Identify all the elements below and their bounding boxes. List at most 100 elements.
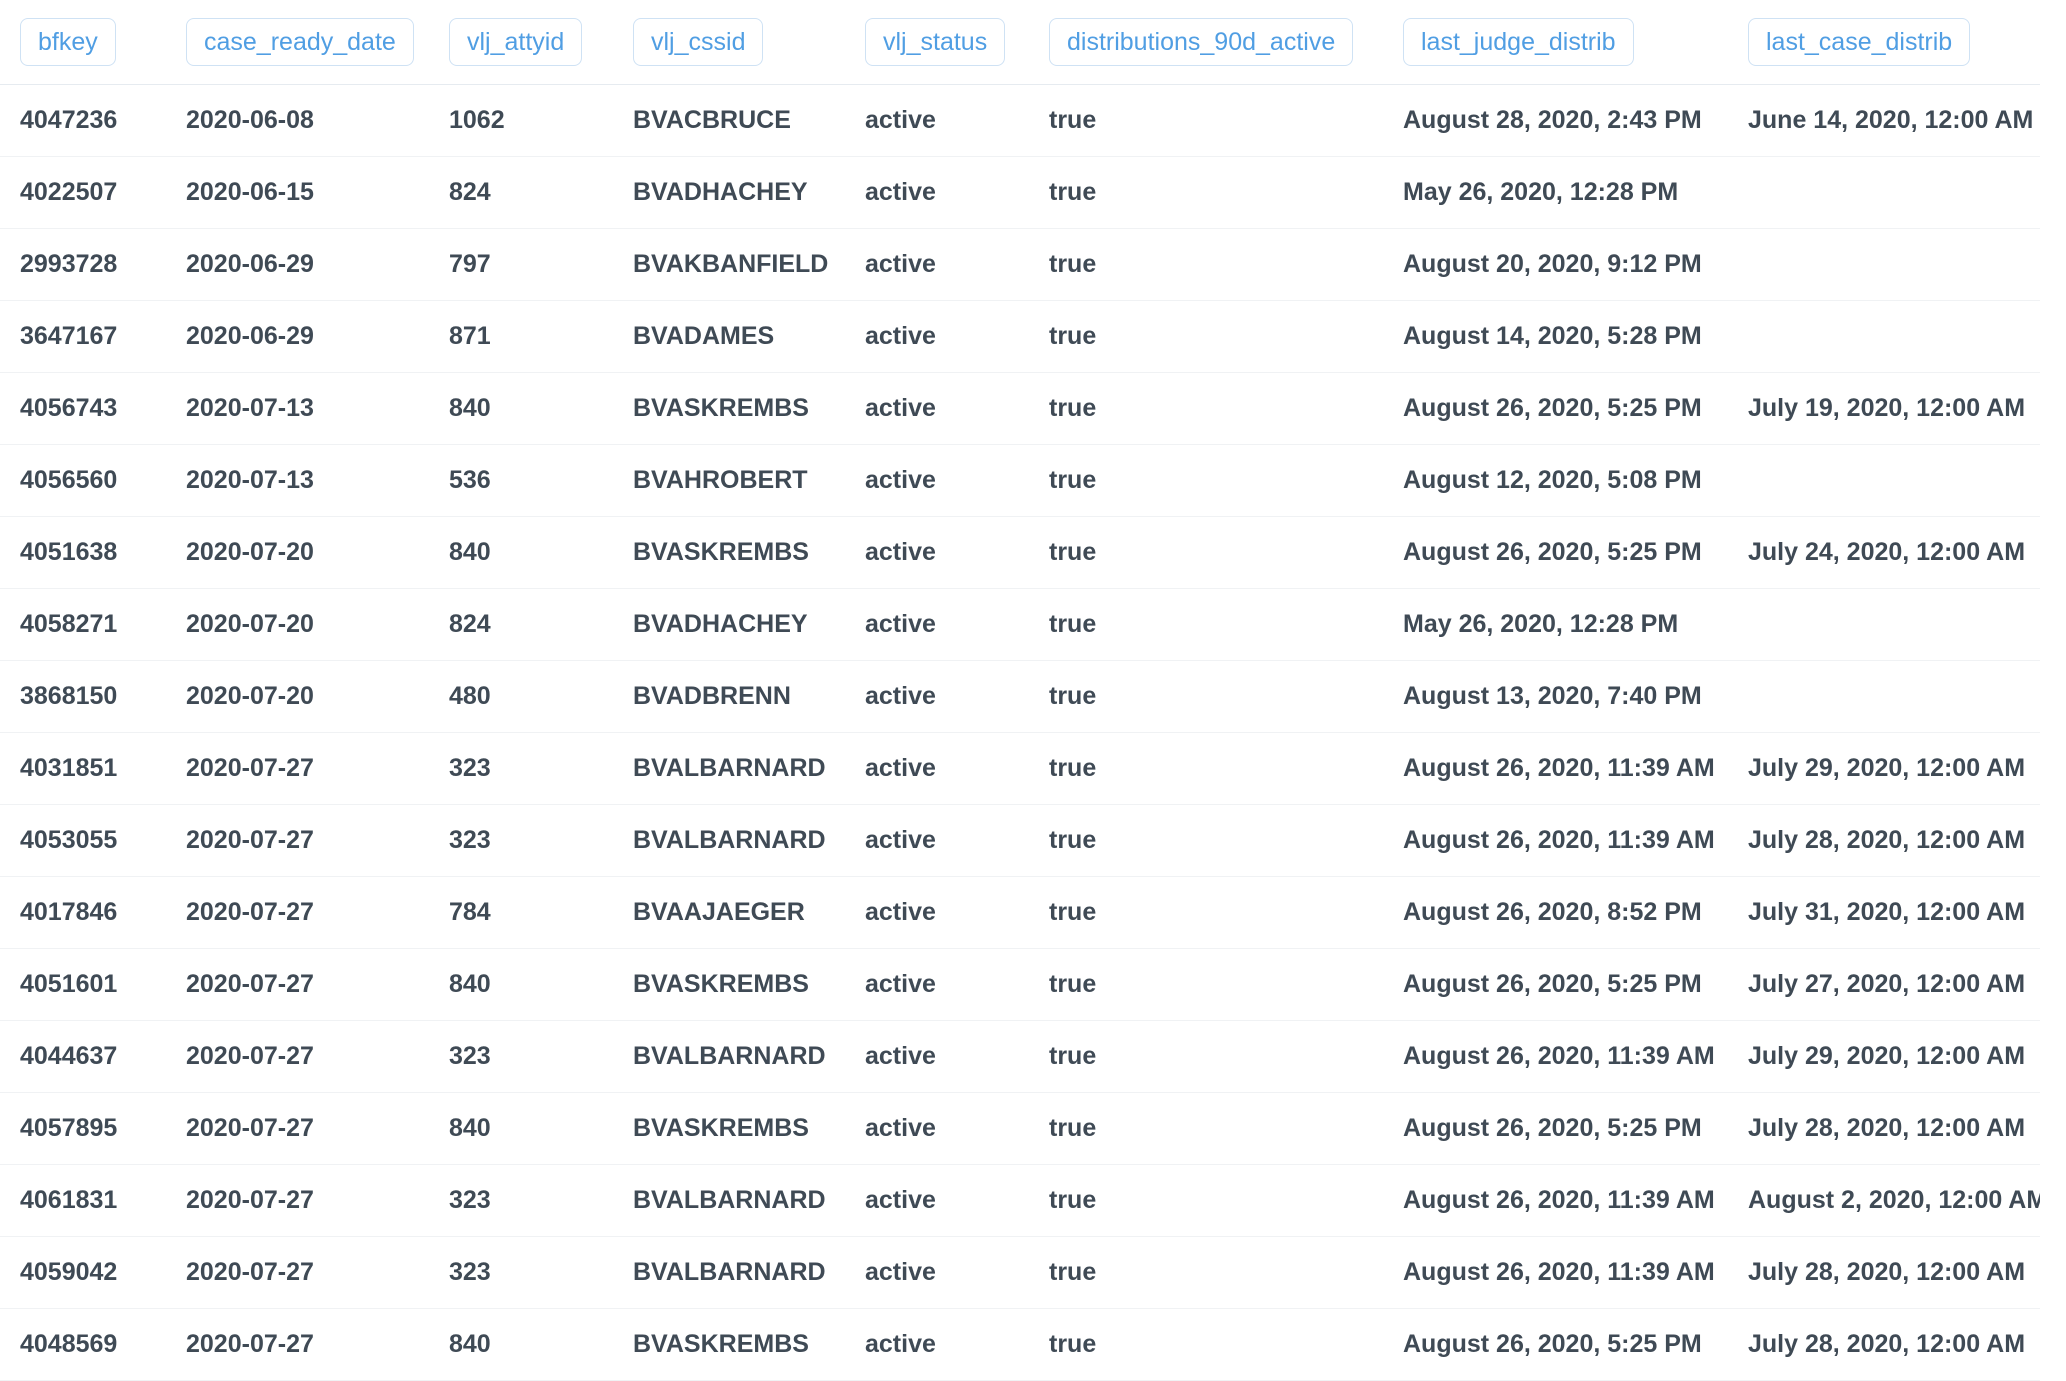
cell-vlj-attyid: 871 bbox=[429, 300, 613, 373]
column-header-button[interactable]: vlj_attyid bbox=[449, 18, 583, 66]
cell-last-judge-distrib: August 26, 2020, 11:39 AM bbox=[1383, 732, 1728, 805]
column-header-button[interactable]: case_ready_date bbox=[186, 18, 414, 66]
cell-case-ready-date: 2020-06-29 bbox=[166, 228, 429, 301]
cell-case-ready-date: 2020-07-27 bbox=[166, 948, 429, 1021]
cell-last-judge-distrib: August 26, 2020, 5:25 PM bbox=[1383, 516, 1728, 589]
table-row: 4059042 2020-07-27 323 BVALBARNARD active tru… bbox=[0, 1236, 2040, 1309]
cell-last-judge-distrib: August 26, 2020, 11:39 AM bbox=[1383, 1164, 1728, 1237]
cell-vlj-cssid: BVADBRENN bbox=[613, 660, 845, 733]
cell-distributions-90d-active: true bbox=[1029, 588, 1383, 661]
cell-bfkey: 4056560 bbox=[0, 444, 166, 517]
cell-last-case-distrib: July 31, 2020, 12:00 AM bbox=[1728, 876, 2040, 949]
table-header: bfkey case_ready_date vlj_attyid vlj_css… bbox=[0, 0, 2040, 85]
cell-last-judge-distrib: May 26, 2020, 12:28 PM bbox=[1383, 588, 1728, 661]
cell-distributions-90d-active: true bbox=[1029, 732, 1383, 805]
column-header-vlj-attyid: vlj_attyid bbox=[429, 0, 613, 85]
cell-case-ready-date: 2020-07-13 bbox=[166, 372, 429, 445]
header-row: bfkey case_ready_date vlj_attyid vlj_css… bbox=[0, 0, 2040, 85]
column-header-case-ready-date: case_ready_date bbox=[166, 0, 429, 85]
column-header-button[interactable]: vlj_status bbox=[865, 18, 1006, 66]
cell-case-ready-date: 2020-07-20 bbox=[166, 660, 429, 733]
cell-distributions-90d-active: true bbox=[1029, 444, 1383, 517]
table-row: 4053055 2020-07-27 323 BVALBARNARD active tru… bbox=[0, 804, 2040, 877]
table-row: 4031851 2020-07-27 323 BVALBARNARD active tru… bbox=[0, 732, 2040, 805]
cell-vlj-cssid: BVASKREMBS bbox=[613, 948, 845, 1021]
cell-vlj-status: active bbox=[845, 516, 1029, 589]
column-header-vlj-cssid: vlj_cssid bbox=[613, 0, 845, 85]
cell-vlj-cssid: BVALBARNARD bbox=[613, 1020, 845, 1093]
cell-last-judge-distrib: May 26, 2020, 12:28 PM bbox=[1383, 156, 1728, 229]
cell-vlj-status: active bbox=[845, 156, 1029, 229]
cell-vlj-status: active bbox=[845, 372, 1029, 445]
cell-last-judge-distrib: August 26, 2020, 11:39 AM bbox=[1383, 804, 1728, 877]
cell-distributions-90d-active: true bbox=[1029, 1236, 1383, 1309]
cell-vlj-attyid: 323 bbox=[429, 1020, 613, 1093]
table-row: 3868150 2020-07-20 480 BVADBRENN active true A… bbox=[0, 660, 2040, 733]
table-row: 4022507 2020-06-15 824 BVADHACHEY active true… bbox=[0, 156, 2040, 229]
column-header-distributions-90d-active: distributions_90d_active bbox=[1029, 0, 1383, 85]
cell-vlj-attyid: 840 bbox=[429, 516, 613, 589]
cell-vlj-attyid: 1062 bbox=[429, 84, 613, 157]
cell-distributions-90d-active: true bbox=[1029, 372, 1383, 445]
column-header-last-judge-distrib: last_judge_distrib bbox=[1383, 0, 1728, 85]
cell-last-judge-distrib: August 12, 2020, 5:08 PM bbox=[1383, 444, 1728, 517]
cell-last-case-distrib bbox=[1728, 444, 2040, 517]
cell-vlj-status: active bbox=[845, 588, 1029, 661]
cell-vlj-attyid: 784 bbox=[429, 876, 613, 949]
column-header-button[interactable]: last_case_distrib bbox=[1748, 18, 1971, 66]
cell-vlj-cssid: BVALBARNARD bbox=[613, 1164, 845, 1237]
cell-distributions-90d-active: true bbox=[1029, 84, 1383, 157]
table-row: 4051638 2020-07-20 840 BVASKREMBS active true… bbox=[0, 516, 2040, 589]
cell-vlj-attyid: 536 bbox=[429, 444, 613, 517]
cell-case-ready-date: 2020-07-27 bbox=[166, 1092, 429, 1165]
results-table-container: bfkey case_ready_date vlj_attyid vlj_css… bbox=[0, 0, 2066, 1381]
cell-vlj-cssid: BVALBARNARD bbox=[613, 732, 845, 805]
cell-vlj-attyid: 824 bbox=[429, 156, 613, 229]
table-row: 3647167 2020-06-29 871 BVADAMES active true Au… bbox=[0, 300, 2040, 373]
column-header-button[interactable]: last_judge_distrib bbox=[1403, 18, 1634, 66]
cell-last-judge-distrib: August 14, 2020, 5:28 PM bbox=[1383, 300, 1728, 373]
cell-vlj-status: active bbox=[845, 948, 1029, 1021]
column-header-button[interactable]: distributions_90d_active bbox=[1049, 18, 1354, 66]
table-row: 4056560 2020-07-13 536 BVAHROBERT active true… bbox=[0, 444, 2040, 517]
cell-bfkey: 4017846 bbox=[0, 876, 166, 949]
cell-distributions-90d-active: true bbox=[1029, 1164, 1383, 1237]
table-row: 4057895 2020-07-27 840 BVASKREMBS active true… bbox=[0, 1092, 2040, 1165]
cell-case-ready-date: 2020-07-13 bbox=[166, 444, 429, 517]
cell-last-case-distrib bbox=[1728, 588, 2040, 661]
cell-distributions-90d-active: true bbox=[1029, 660, 1383, 733]
table-row: 4061831 2020-07-27 323 BVALBARNARD active tru… bbox=[0, 1164, 2040, 1237]
cell-vlj-status: active bbox=[845, 84, 1029, 157]
cell-vlj-attyid: 323 bbox=[429, 732, 613, 805]
cell-vlj-attyid: 323 bbox=[429, 1164, 613, 1237]
cell-last-case-distrib bbox=[1728, 300, 2040, 373]
cell-distributions-90d-active: true bbox=[1029, 1092, 1383, 1165]
cell-last-case-distrib: July 28, 2020, 12:00 AM bbox=[1728, 804, 2040, 877]
cell-last-judge-distrib: August 26, 2020, 11:39 AM bbox=[1383, 1236, 1728, 1309]
cell-last-judge-distrib: August 26, 2020, 5:25 PM bbox=[1383, 372, 1728, 445]
cell-case-ready-date: 2020-07-27 bbox=[166, 804, 429, 877]
cell-last-judge-distrib: August 26, 2020, 5:25 PM bbox=[1383, 948, 1728, 1021]
table-row: 4017846 2020-07-27 784 BVAAJAEGER active true… bbox=[0, 876, 2040, 949]
column-header-vlj-status: vlj_status bbox=[845, 0, 1029, 85]
cell-distributions-90d-active: true bbox=[1029, 876, 1383, 949]
column-header-button[interactable]: bfkey bbox=[20, 18, 116, 66]
cell-vlj-cssid: BVADAMES bbox=[613, 300, 845, 373]
cell-vlj-attyid: 824 bbox=[429, 588, 613, 661]
cell-last-case-distrib bbox=[1728, 228, 2040, 301]
cell-case-ready-date: 2020-07-27 bbox=[166, 732, 429, 805]
column-header-button[interactable]: vlj_cssid bbox=[633, 18, 764, 66]
cell-vlj-status: active bbox=[845, 1164, 1029, 1237]
cell-vlj-cssid: BVAHROBERT bbox=[613, 444, 845, 517]
cell-bfkey: 4059042 bbox=[0, 1236, 166, 1309]
cell-vlj-attyid: 840 bbox=[429, 948, 613, 1021]
cell-last-case-distrib: July 28, 2020, 12:00 AM bbox=[1728, 1092, 2040, 1165]
cell-vlj-cssid: BVASKREMBS bbox=[613, 516, 845, 589]
cell-bfkey: 4022507 bbox=[0, 156, 166, 229]
cell-vlj-cssid: BVALBARNARD bbox=[613, 804, 845, 877]
cell-vlj-status: active bbox=[845, 1236, 1029, 1309]
cell-last-judge-distrib: August 20, 2020, 9:12 PM bbox=[1383, 228, 1728, 301]
cell-distributions-90d-active: true bbox=[1029, 516, 1383, 589]
cell-vlj-status: active bbox=[845, 732, 1029, 805]
cell-vlj-status: active bbox=[845, 876, 1029, 949]
